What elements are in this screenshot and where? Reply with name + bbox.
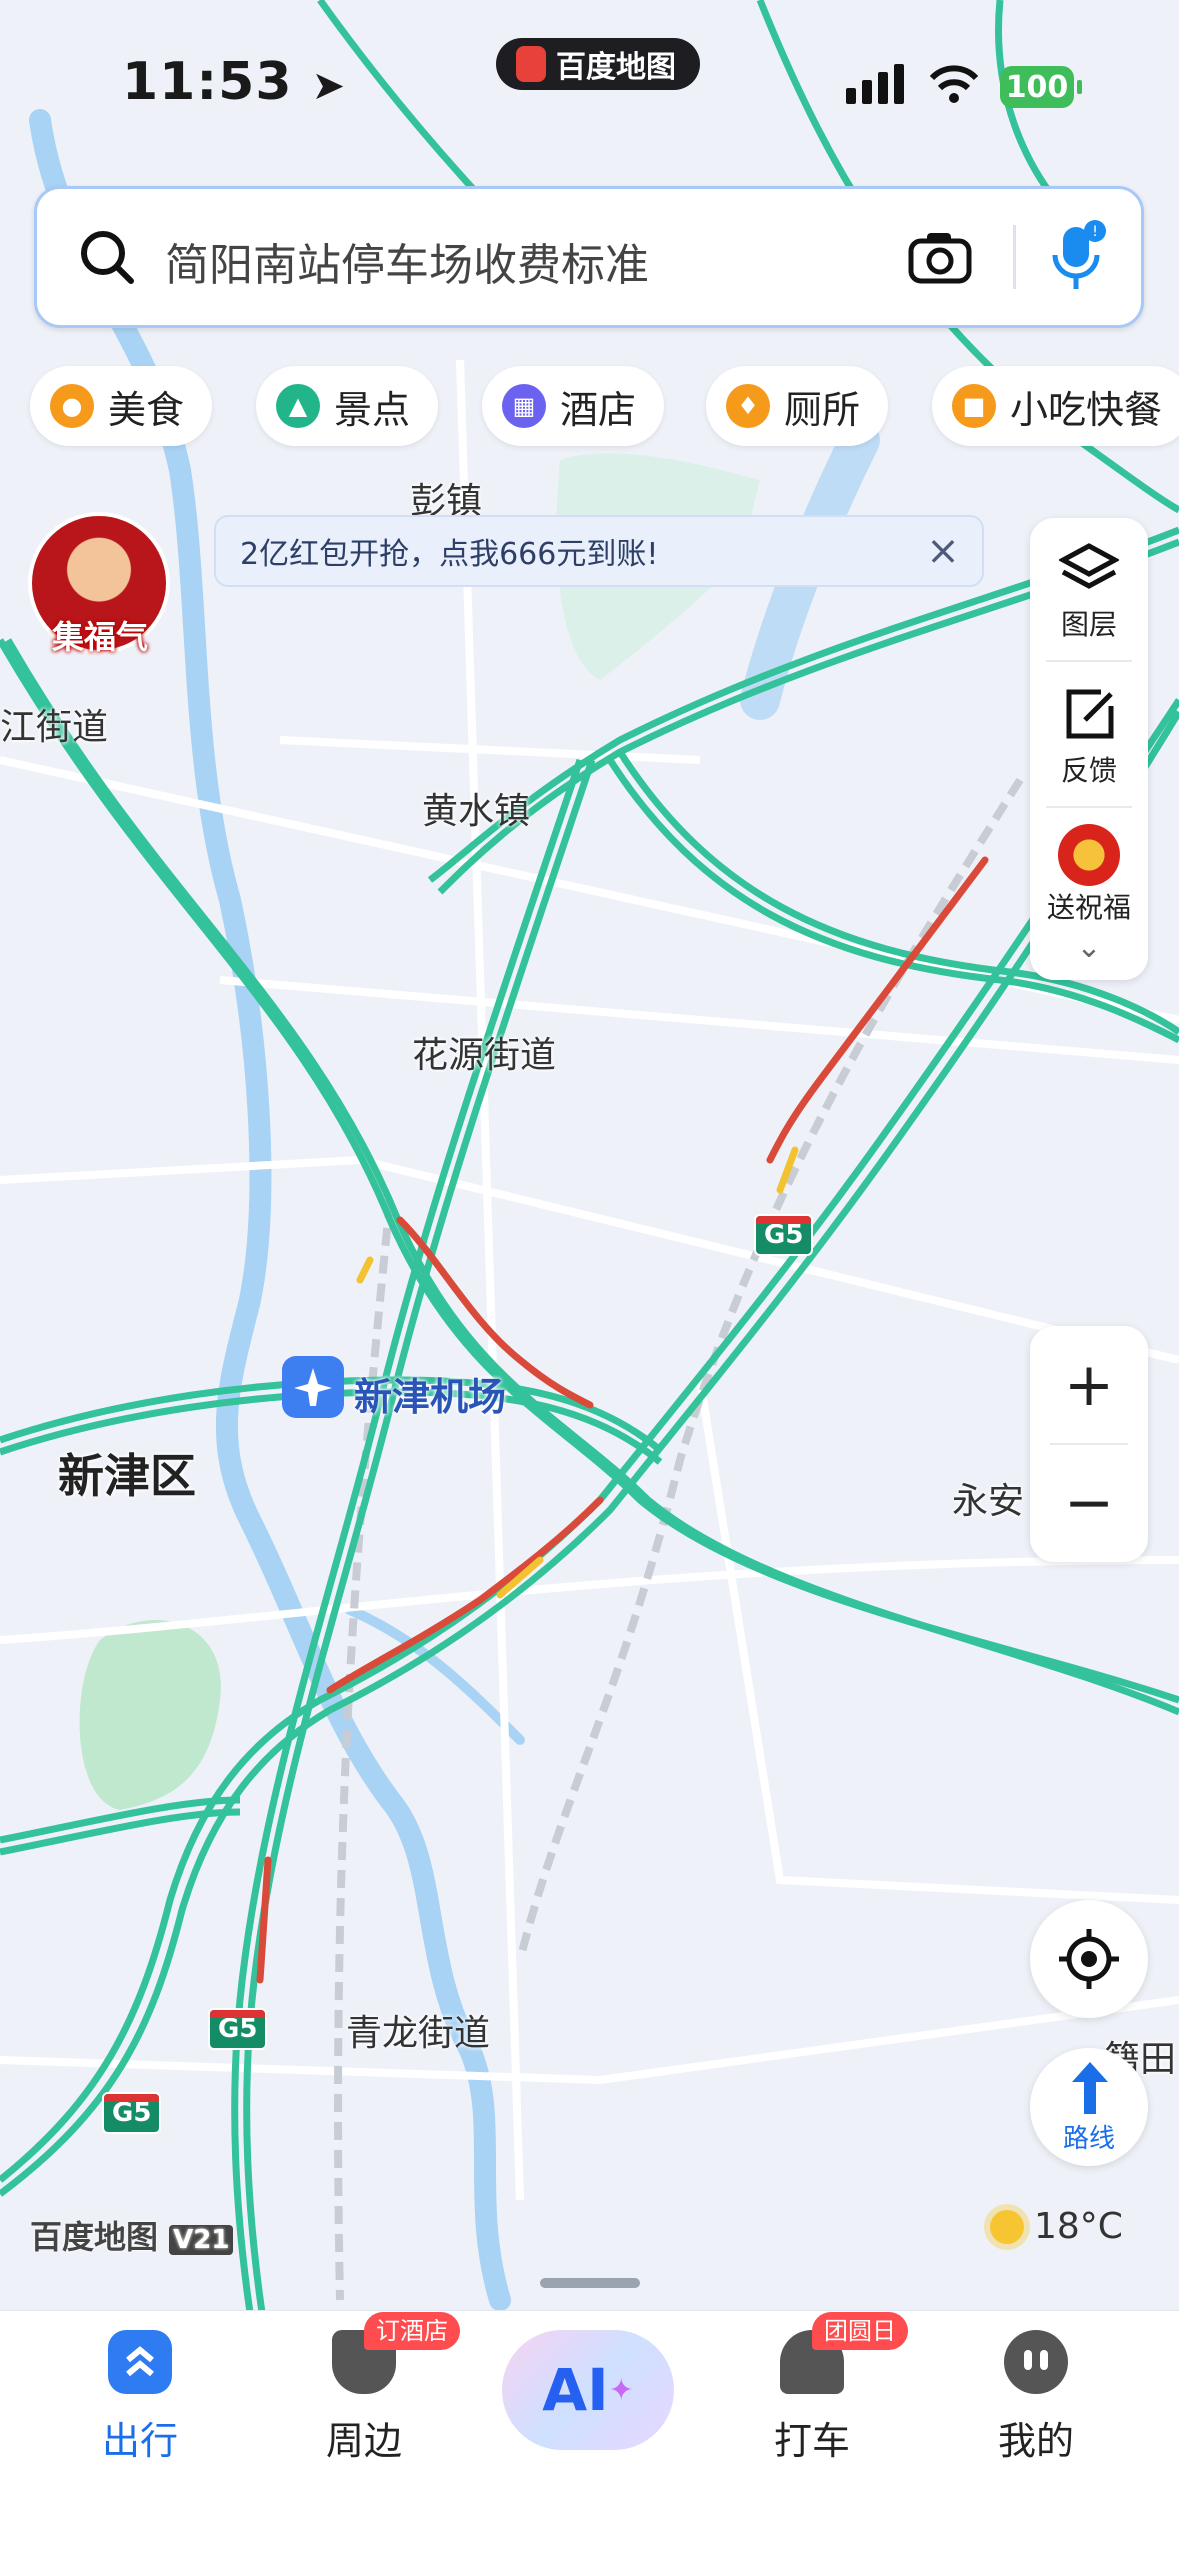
hotel-icon: ▦ [502,384,546,428]
svg-text:!: ! [1092,224,1098,240]
tab-nearby[interactable]: 周边 [264,2330,464,2465]
divider [1046,660,1132,662]
wifi-icon [929,65,979,103]
status-time: 11:53 ➤ [122,52,347,112]
chip-food[interactable]: ● 美食 [30,366,213,446]
reunion-badge: 团圆日 [812,2312,908,2350]
feedback-icon [1066,689,1114,739]
zoom-control: + − [1030,1326,1148,1562]
battery-indicator: 100 [1000,66,1082,108]
chip-snack[interactable]: ■ 小吃快餐 [932,366,1179,446]
map-label-huangshui: 黄水镇 [422,791,531,832]
zoom-out-button[interactable]: − [1030,1444,1148,1562]
search-icon [81,231,134,284]
blessing-button[interactable]: 送祝福 [1030,824,1148,926]
map-label-huayuan: 花源街道 [412,1035,557,1076]
highway-shield-g5: G5 [102,2092,162,2134]
ai-button[interactable]: AI ✦ [502,2330,674,2450]
promo-banner-text: 2亿红包开抢，点我666元到账! [240,537,659,572]
chip-hotel[interactable]: ▦ 酒店 [482,366,665,446]
weather-widget[interactable]: 18°C [990,2206,1123,2247]
tab-profile[interactable]: 我的 [936,2330,1136,2465]
tab-travel[interactable]: 出行 [40,2330,240,2465]
sun-icon [990,2209,1024,2244]
chip-scenic[interactable]: ▲ 景点 [256,366,439,446]
snack-icon: ■ [952,384,996,428]
app-pill[interactable]: 百度地图 [496,38,700,90]
search-placeholder[interactable]: 简阳南站停车场收费标准 [165,229,649,293]
sheet-handle[interactable] [540,2278,640,2288]
map-label-qinglong: 青龙街道 [346,2013,491,2054]
locate-button[interactable] [1030,1900,1148,2018]
location-arrow-icon: ➤ [311,63,347,109]
crosshair-icon [1059,1929,1119,1989]
promo-banner[interactable]: 2亿红包开抢，点我666元到账! [214,515,984,587]
map-label-xinjin: 新津区 [58,1449,196,1503]
zoom-in-button[interactable]: + [1030,1326,1148,1444]
hotel-badge: 订酒店 [364,2312,460,2350]
route-arrow-icon [1072,2062,1108,2114]
highway-shield-g5: G5 [754,1214,814,1256]
map-label-yongan: 永安 [952,1481,1025,1522]
weather-temperature: 18°C [1034,2206,1123,2247]
blessing-icon [1058,824,1120,886]
scenic-icon: ▲ [276,384,320,428]
travel-icon [108,2330,172,2394]
food-icon: ● [50,384,94,428]
cellular-signal-icon [846,64,904,104]
profile-icon [1004,2330,1068,2394]
close-icon[interactable]: × [920,528,966,574]
map-label-street: 江街道 [0,707,109,748]
camera-icon[interactable] [907,229,973,285]
layers-button[interactable]: 图层 [1030,540,1148,643]
baidu-map-logo-icon [516,46,546,82]
feedback-button[interactable]: 反馈 [1030,686,1148,789]
microphone-icon[interactable]: ! [1043,219,1109,295]
promo-avatar-label: 集福气 [51,618,148,656]
search-bar[interactable]: 简阳南站停车场收费标准 ! [34,186,1144,328]
chevron-down-icon[interactable]: ⌄ [1030,930,1148,965]
layers-icon [1057,543,1121,589]
map-label-airport[interactable]: 新津机场 [354,1366,506,1421]
route-label: 路线 [1062,2124,1115,2154]
divider [1046,806,1132,808]
divider [1013,225,1016,289]
tab-taxi[interactable]: 打车 [712,2330,912,2465]
toilet-icon: ♦ [726,384,770,428]
chip-toilet[interactable]: ♦ 厕所 [706,366,889,446]
map-brand: 百度地图 V21 [30,2212,234,2258]
map-tools-panel: 图层 反馈 送祝福 ⌄ [1030,518,1148,980]
airport-pin[interactable] [282,1356,344,1418]
highway-shield-g5: G5 [208,2008,268,2050]
